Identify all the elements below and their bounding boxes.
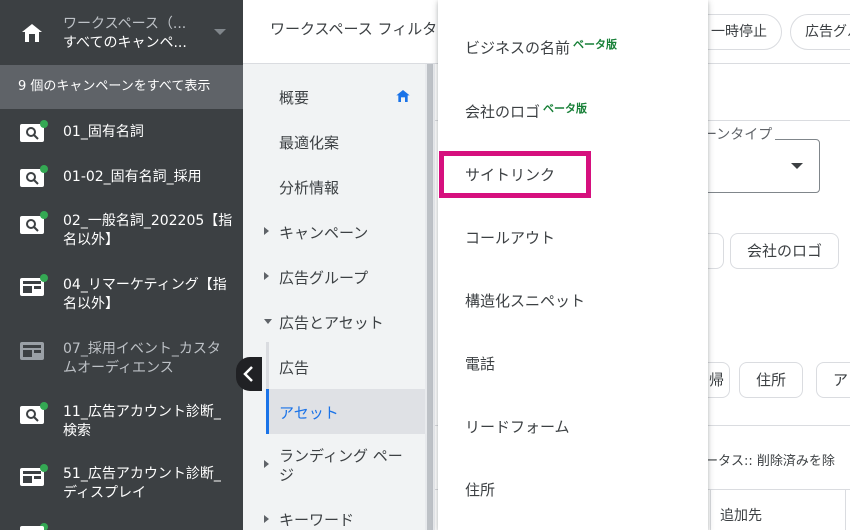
display-campaign-icon: [20, 342, 44, 360]
nav-item-recommendations[interactable]: 最適化案: [279, 132, 419, 153]
campaign-item[interactable]: 11_広告アカウント診断_検索: [0, 402, 243, 446]
search-campaign-icon: [20, 216, 44, 234]
menu-item-callout[interactable]: コールアウト: [465, 227, 555, 248]
status-dot: [40, 211, 48, 219]
adgroup-chip[interactable]: 広告グル: [790, 14, 850, 50]
nav-item-landing-pages[interactable]: ランディング ページ: [279, 447, 409, 485]
column-header-added-to[interactable]: 追加先: [720, 505, 762, 525]
campaign-item[interactable]: 01_固有名詞: [0, 120, 243, 146]
campaign-type-label: ーンタイプ: [700, 124, 776, 144]
nav-item-campaigns[interactable]: キャンペーン: [279, 222, 419, 243]
campaign-item[interactable]: 01-02_固有名詞_採用: [0, 165, 243, 191]
chevron-left-icon: [243, 366, 253, 382]
menu-item-lead-form[interactable]: リードフォーム: [465, 416, 570, 437]
highlight-box: [439, 151, 591, 198]
menu-item-label: 会社のロゴ: [465, 103, 541, 121]
status-dot: [40, 464, 48, 472]
campaign-item[interactable]: 02_一般名詞_202205【指名以外】: [0, 208, 243, 252]
menu-item-structured-snippet[interactable]: 構造化スニペット: [465, 290, 585, 311]
campaign-name: 04_リマーケティング【指名以外】: [63, 277, 227, 312]
workspace-subtitle: すべてのキャンペ...: [63, 35, 187, 51]
menu-item-call[interactable]: 電話: [465, 353, 495, 374]
beta-badge: ベータ版: [543, 102, 588, 115]
nav-item-assets[interactable]: アセット: [279, 402, 419, 423]
menu-item-logo[interactable]: 会社のロゴ ベータ版: [465, 101, 587, 122]
nav-item-adgroups[interactable]: 広告グループ: [279, 267, 419, 288]
beta-badge: ベータ版: [573, 38, 618, 51]
show-all-campaigns[interactable]: 9 個のキャンペーンをすべて表示: [0, 65, 243, 109]
expand-arrow-icon: [264, 515, 269, 523]
status-dot: [40, 402, 48, 410]
campaign-name: 01_固有名詞: [63, 124, 144, 140]
menu-item-business-name[interactable]: ビジネスの名前 ベータ版: [465, 37, 617, 58]
campaign-name: 51_広告アカウント診断_ディスプレイ: [63, 466, 221, 501]
scrollbar-thumb[interactable]: [427, 64, 433, 530]
collapse-arrow-icon: [264, 319, 272, 324]
column-divider: [710, 490, 711, 530]
nav-item-ads-assets[interactable]: 広告とアセット: [279, 312, 419, 333]
nav-scrollbar[interactable]: [425, 64, 435, 530]
dropdown-arrow-icon: [791, 163, 803, 169]
home-icon: [396, 90, 410, 102]
campaign-name: 01-02_固有名詞_採用: [63, 169, 202, 185]
nav-item-ads[interactable]: 広告: [279, 357, 419, 378]
expand-arrow-icon: [264, 227, 269, 235]
campaign-item[interactable]: 04_リマーケティング【指名以外】: [0, 272, 243, 316]
chevron-down-icon: [214, 29, 226, 35]
campaign-name: 11_広告アカウント診断_検索: [63, 404, 221, 439]
menu-item-label: ビジネスの名前: [465, 39, 571, 57]
status-dot: [40, 274, 48, 282]
filter-pill-partial-3[interactable]: ア: [816, 362, 850, 398]
campaign-item[interactable]: 51_広告アカウント診断_ディスプレイ: [0, 464, 243, 508]
campaign-icon-partial: [20, 526, 44, 530]
status-dot: [40, 165, 48, 173]
workspace-title: ワークスペース（...: [63, 16, 187, 32]
campaign-sidebar: ワークスペース（... すべてのキャンペ... 9 個のキャンペーンをすべて表示…: [0, 0, 243, 530]
filter-pill-logo[interactable]: 会社のロゴ: [730, 233, 840, 269]
home-icon: [22, 24, 42, 42]
collapse-sidebar-button[interactable]: [236, 357, 262, 391]
filter-pill-address[interactable]: 住所: [739, 362, 804, 398]
workspace-selector[interactable]: ワークスペース（... すべてのキャンペ...: [0, 0, 243, 65]
menu-item-location[interactable]: 住所: [465, 479, 495, 500]
nav-item-label: 概要: [279, 89, 310, 107]
workspace-filter-label[interactable]: ワークスペース フィルタ: [270, 18, 437, 39]
status-dot: [40, 120, 48, 128]
column-divider: [845, 490, 846, 530]
asset-type-menu: ビジネスの名前 ベータ版 会社のロゴ ベータ版 サイトリンク コールアウト 構造化ス…: [438, 0, 708, 530]
campaign-name: 02_一般名詞_202205【指名以外】: [63, 213, 233, 248]
status-filter[interactable]: ータス:: 削除済みを除: [705, 450, 835, 469]
nav-item-insights[interactable]: 分析情報: [279, 177, 419, 198]
expand-arrow-icon: [264, 272, 269, 280]
campaign-name: 07_採用イベント_カスタムオーディエンス: [63, 341, 221, 376]
expand-arrow-icon: [264, 460, 269, 468]
nav-item-keywords[interactable]: キーワード: [279, 509, 419, 530]
campaign-item[interactable]: 07_採用イベント_カスタムオーディエンス: [0, 338, 243, 382]
